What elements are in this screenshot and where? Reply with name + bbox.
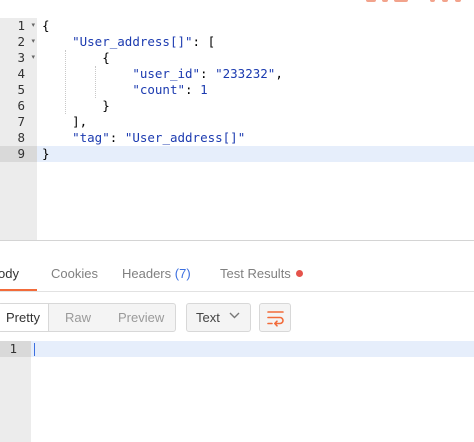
line-number-row: 2 ▾ [0, 34, 37, 50]
format-dropdown[interactable]: Text [186, 303, 251, 332]
fold-arrow-icon[interactable]: ▾ [31, 34, 35, 50]
line-number: 5 [17, 82, 25, 97]
tab-test-results[interactable]: Test Results [220, 266, 303, 281]
json-punctuation: ], [72, 114, 88, 129]
fold-arrow-icon[interactable]: ▾ [31, 18, 35, 34]
json-value: "233232" [215, 66, 276, 81]
line-number: 6 [17, 98, 25, 113]
json-brace: } [102, 98, 110, 113]
raw-button[interactable]: Raw [65, 304, 91, 331]
line-number: 3 [17, 50, 25, 65]
status-dot-icon [295, 270, 303, 277]
line-number: 1 [9, 341, 17, 356]
json-value: "User_address[]" [124, 130, 246, 145]
wrap-lines-icon [267, 311, 284, 327]
tab-body[interactable]: ody [0, 266, 19, 281]
line-number-row: 7 [0, 114, 37, 130]
format-value: Text [196, 310, 220, 325]
response-active-line [31, 341, 474, 357]
response-line-row-active: 1 [0, 341, 31, 357]
line-number-row: 3 ▾ [0, 50, 37, 66]
code-line: "count": 1 [132, 82, 208, 97]
line-number-row-active: 9 [0, 146, 37, 162]
line-number: 9 [17, 146, 25, 161]
tab-test-results-label: Test Results [220, 266, 291, 281]
tab-cookies[interactable]: Cookies [51, 266, 98, 281]
code-line: { [42, 18, 50, 34]
line-number-row: 6 [0, 98, 37, 114]
panel-divider[interactable] [0, 240, 474, 241]
request-body-editor[interactable]: 1 ▾ 2 ▾ 3 ▾ 4 5 6 7 8 9 {"User_address[… [0, 18, 474, 240]
code-line: "User_address[]": [ [42, 34, 215, 50]
tab-headers[interactable]: Headers (7) [122, 266, 191, 281]
text-cursor [34, 343, 35, 356]
response-line-gutter: 1 [0, 341, 31, 442]
line-number-row: 8 [0, 130, 37, 146]
json-brace: { [42, 18, 50, 33]
headers-count: (7) [174, 266, 191, 281]
code-line: ], [42, 114, 87, 130]
line-number-row: 4 [0, 66, 37, 82]
json-key: "tag" [72, 130, 110, 145]
line-number: 2 [17, 34, 25, 49]
code-line: } [42, 146, 50, 162]
json-punctuation: : [ [192, 34, 216, 49]
json-value: 1 [200, 82, 208, 97]
view-mode-toggle: Pretty Raw Preview [0, 303, 176, 332]
wrap-lines-button[interactable] [259, 303, 291, 332]
json-brace: { [102, 50, 110, 65]
json-brace: } [42, 146, 50, 161]
code-line: "user_id": "233232", [132, 66, 283, 81]
line-number: 7 [17, 114, 25, 129]
line-number-row: 1 ▾ [0, 18, 37, 34]
json-key: "user_id" [132, 66, 201, 81]
pretty-button[interactable]: Pretty [0, 304, 49, 331]
response-body-editor[interactable]: 1 [0, 341, 474, 442]
json-key: "User_address[]" [72, 34, 193, 49]
active-line-highlight [37, 146, 474, 162]
response-tabs: ody Cookies Headers (7) Test Results [0, 258, 474, 292]
line-number-row: 5 [0, 82, 37, 98]
top-clipped-text [360, 0, 474, 4]
tabs-divider [0, 291, 474, 292]
line-number-gutter: 1 ▾ 2 ▾ 3 ▾ 4 5 6 7 8 9 [0, 18, 37, 240]
code-line: "tag": "User_address[]" [72, 130, 246, 145]
preview-button[interactable]: Preview [118, 304, 164, 331]
tab-headers-label: Headers [122, 266, 172, 281]
fold-arrow-icon[interactable]: ▾ [31, 50, 35, 66]
code-line: { [42, 50, 110, 66]
chevron-down-icon [229, 312, 240, 319]
line-number: 4 [17, 66, 25, 81]
code-line: } [42, 98, 110, 114]
line-number: 8 [17, 130, 25, 145]
json-key: "count" [132, 82, 185, 97]
line-number: 1 [17, 18, 25, 33]
